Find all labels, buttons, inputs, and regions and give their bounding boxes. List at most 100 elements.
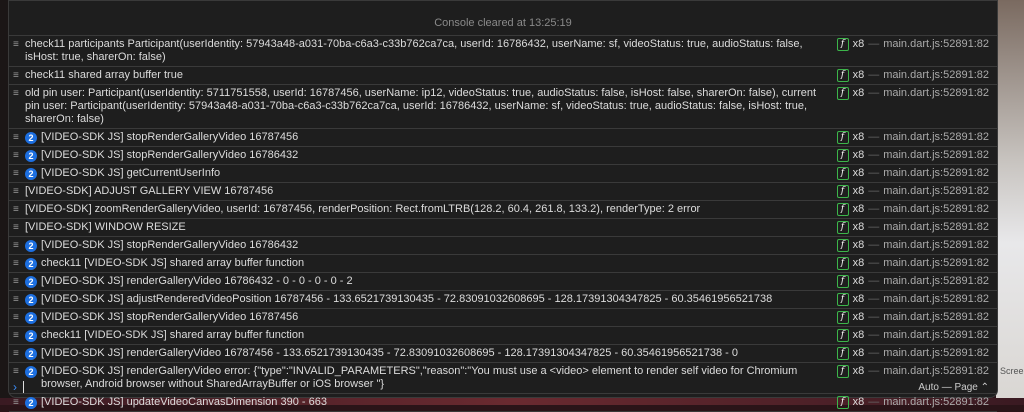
source-link[interactable]: main.dart.js:52891:82 bbox=[883, 311, 989, 324]
log-source: f x8— main.dart.js:52891:82 bbox=[836, 203, 989, 216]
repeat-count-badge: 2 bbox=[25, 240, 37, 252]
console-panel: Console cleared at 13:25:19 ≡ check11 par… bbox=[8, 0, 998, 412]
console-prompt[interactable]: › Auto — Page ⌃ bbox=[9, 377, 997, 397]
log-message: [VIDEO-SDK JS] stopRenderGalleryVideo 16… bbox=[41, 311, 299, 323]
source-link[interactable]: main.dart.js:52891:82 bbox=[883, 275, 989, 288]
console-log-row[interactable]: ≡ 2 [VIDEO-SDK JS] getCurrentUserInfo f x8— m… bbox=[9, 165, 997, 183]
source-link[interactable]: main.dart.js:52891:82 bbox=[883, 131, 989, 144]
source-link[interactable]: main.dart.js:52891:82 bbox=[883, 396, 989, 409]
log-count: x8 bbox=[852, 275, 865, 287]
console-log-row[interactable]: ≡ check11 shared array buffer true f x8— mai… bbox=[9, 67, 997, 85]
source-link[interactable]: main.dart.js:52891:82 bbox=[883, 221, 989, 234]
separator: — bbox=[868, 275, 880, 287]
log-count: x8 bbox=[852, 87, 865, 99]
console-log-row[interactable]: ≡ [VIDEO-SDK] WINDOW RESIZE f x8— main.dart.… bbox=[9, 219, 997, 237]
separator: — bbox=[868, 311, 880, 323]
log-message: check11 shared array buffer true bbox=[25, 69, 183, 81]
console-log-row[interactable]: ≡ [VIDEO-SDK] zoomRenderGalleryVideo, use… bbox=[9, 201, 997, 219]
repeat-count-badge: 2 bbox=[25, 397, 37, 409]
function-icon: f bbox=[836, 87, 849, 100]
background-window-right: Screen bbox=[996, 0, 1024, 405]
log-count: x8 bbox=[852, 221, 865, 233]
log-source: f x8— main.dart.js:52891:82 bbox=[836, 131, 989, 144]
console-log-row[interactable]: ≡ check11 participants Participant(userId… bbox=[9, 36, 997, 67]
repeat-count-badge: 2 bbox=[25, 150, 37, 162]
log-message: [VIDEO-SDK JS] updateVideoCanvasDimensio… bbox=[41, 396, 327, 408]
console-log-row[interactable]: ≡ 2 [VIDEO-SDK JS] stopRenderGalleryVideo … bbox=[9, 237, 997, 255]
log-source: f x8— main.dart.js:52891:82 bbox=[836, 38, 989, 51]
function-icon: f bbox=[836, 131, 849, 144]
log-source: f x8— main.dart.js:52891:82 bbox=[836, 293, 989, 306]
log-message: check11 participants Participant(userIde… bbox=[25, 38, 803, 63]
function-icon: f bbox=[836, 185, 849, 198]
execution-context-select[interactable]: Auto — Page ⌃ bbox=[918, 382, 989, 393]
log-level-icon: ≡ bbox=[13, 150, 19, 161]
function-icon: f bbox=[836, 167, 849, 180]
log-level-icon: ≡ bbox=[13, 204, 19, 215]
source-link[interactable]: main.dart.js:52891:82 bbox=[883, 69, 989, 82]
console-log-row[interactable]: ≡ 2 [VIDEO-SDK JS] renderGalleryVideo 1678… bbox=[9, 273, 997, 291]
function-icon: f bbox=[836, 221, 849, 234]
log-level-icon: ≡ bbox=[13, 70, 19, 81]
log-level-icon: ≡ bbox=[13, 240, 19, 251]
repeat-count-badge: 2 bbox=[25, 348, 37, 360]
source-link[interactable]: main.dart.js:52891:82 bbox=[883, 329, 989, 342]
log-count: x8 bbox=[852, 396, 865, 408]
console-log-row[interactable]: ≡ 2 [VIDEO-SDK JS] stopRenderGalleryVideo … bbox=[9, 129, 997, 147]
separator: — bbox=[868, 396, 880, 408]
log-count: x8 bbox=[852, 347, 865, 359]
source-link[interactable]: main.dart.js:52891:82 bbox=[883, 257, 989, 270]
source-link[interactable]: main.dart.js:52891:82 bbox=[883, 239, 989, 252]
console-log-row[interactable]: ≡ old pin user: Participant(userIdentity:… bbox=[9, 85, 997, 129]
log-level-icon: ≡ bbox=[13, 330, 19, 341]
log-level-icon: ≡ bbox=[13, 186, 19, 197]
source-link[interactable]: main.dart.js:52891:82 bbox=[883, 185, 989, 198]
log-message: [VIDEO-SDK] ADJUST GALLERY VIEW 16787456 bbox=[25, 185, 274, 197]
console-log-row[interactable]: ≡ 2 check11 [VIDEO-SDK JS] shared array bu… bbox=[9, 327, 997, 345]
log-count: x8 bbox=[852, 239, 865, 251]
log-level-icon: ≡ bbox=[13, 39, 19, 50]
function-icon: f bbox=[836, 239, 849, 252]
log-message: [VIDEO-SDK] WINDOW RESIZE bbox=[25, 221, 186, 233]
source-link[interactable]: main.dart.js:52891:82 bbox=[883, 149, 989, 162]
source-link[interactable]: main.dart.js:52891:82 bbox=[883, 203, 989, 216]
source-link[interactable]: main.dart.js:52891:82 bbox=[883, 87, 989, 100]
function-icon: f bbox=[836, 149, 849, 162]
source-link[interactable]: main.dart.js:52891:82 bbox=[883, 293, 989, 306]
log-message: old pin user: Participant(userIdentity: … bbox=[25, 87, 817, 125]
separator: — bbox=[868, 293, 880, 305]
log-source: f x8— main.dart.js:52891:82 bbox=[836, 257, 989, 270]
log-level-icon: ≡ bbox=[13, 348, 19, 359]
function-icon: f bbox=[836, 69, 849, 82]
function-icon: f bbox=[836, 275, 849, 288]
console-log-row[interactable]: ≡ 2 check11 [VIDEO-SDK JS] shared array bu… bbox=[9, 255, 997, 273]
console-log-row[interactable]: ≡ 2 [VIDEO-SDK JS] renderGalleryVideo 1678… bbox=[9, 345, 997, 363]
repeat-count-badge: 2 bbox=[25, 330, 37, 342]
console-log-row[interactable]: ≡ 2 [VIDEO-SDK JS] stopRenderGalleryVideo … bbox=[9, 147, 997, 165]
function-icon: f bbox=[836, 203, 849, 216]
source-link[interactable]: main.dart.js:52891:82 bbox=[883, 167, 989, 180]
separator: — bbox=[868, 38, 880, 50]
log-count: x8 bbox=[852, 329, 865, 341]
prompt-input[interactable] bbox=[23, 381, 24, 393]
console-log-row[interactable]: ≡ 2 [VIDEO-SDK JS] adjustRenderedVideoPosi… bbox=[9, 291, 997, 309]
source-link[interactable]: main.dart.js:52891:82 bbox=[883, 38, 989, 51]
repeat-count-badge: 2 bbox=[25, 312, 37, 324]
source-link[interactable]: main.dart.js:52891:82 bbox=[883, 347, 989, 360]
log-source: f x8— main.dart.js:52891:82 bbox=[836, 396, 989, 409]
log-source: f x8— main.dart.js:52891:82 bbox=[836, 239, 989, 252]
log-source: f x8— main.dart.js:52891:82 bbox=[836, 149, 989, 162]
separator: — bbox=[868, 185, 880, 197]
log-count: x8 bbox=[852, 69, 865, 81]
log-source: f x8— main.dart.js:52891:82 bbox=[836, 221, 989, 234]
log-message: [VIDEO-SDK JS] stopRenderGalleryVideo 16… bbox=[41, 131, 299, 143]
function-icon: f bbox=[836, 347, 849, 360]
function-icon: f bbox=[836, 396, 849, 409]
log-count: x8 bbox=[852, 131, 865, 143]
separator: — bbox=[868, 69, 880, 81]
separator: — bbox=[868, 167, 880, 179]
console-log-row[interactable]: ≡ [VIDEO-SDK] ADJUST GALLERY VIEW 1678745… bbox=[9, 183, 997, 201]
log-level-icon: ≡ bbox=[13, 258, 19, 269]
console-log-row[interactable]: ≡ 2 [VIDEO-SDK JS] stopRenderGalleryVideo … bbox=[9, 309, 997, 327]
log-count: x8 bbox=[852, 257, 865, 269]
